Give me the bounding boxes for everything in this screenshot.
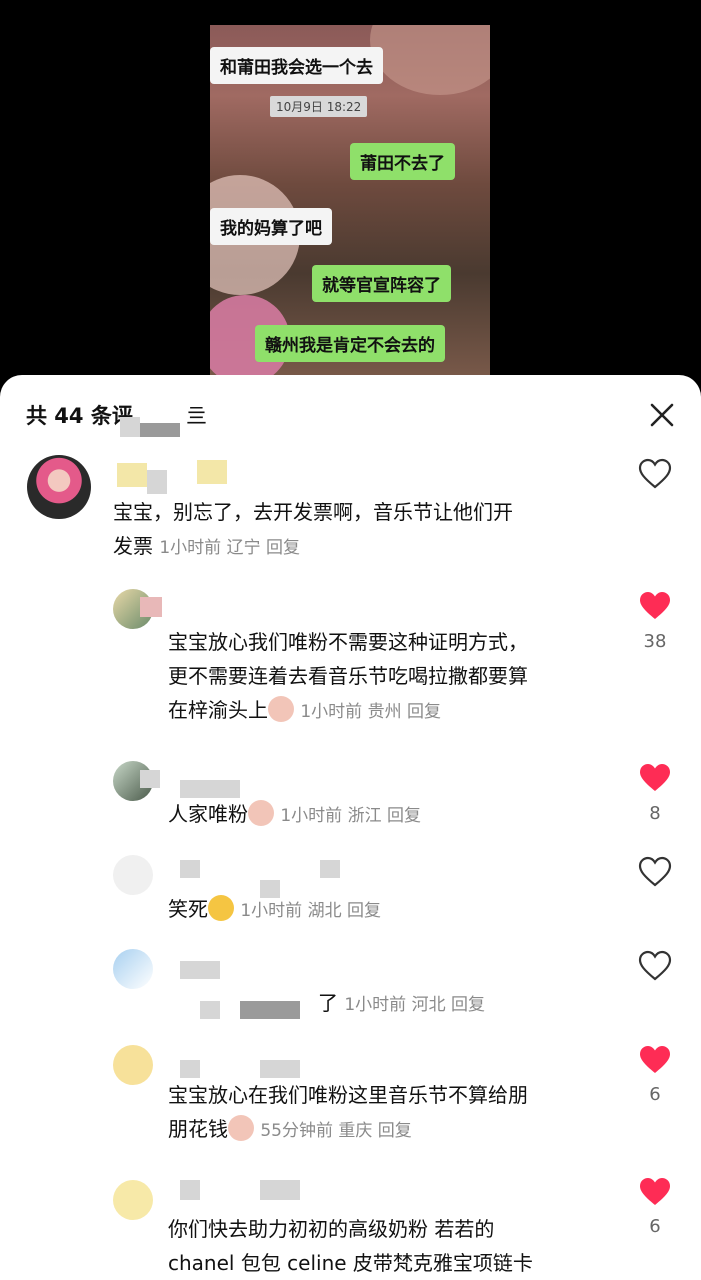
chat-bubble-left: 我的妈算了吧 (210, 208, 332, 245)
comment-text: 了 1小时前 河北 回复 (318, 991, 485, 1015)
comment-text: 宝宝放心在我们唯粉这里音乐节不算给朋 朋花钱 55分钟前 重庆 回复 (168, 1083, 528, 1141)
username-mosaic[interactable] (180, 961, 220, 979)
comment-text: 笑死 1小时前 湖北 回复 (168, 895, 381, 921)
username-mosaic[interactable] (140, 770, 160, 788)
username-mosaic[interactable] (260, 1180, 300, 1200)
peach-face-emoji-icon (268, 696, 294, 722)
like-heart-icon[interactable] (638, 590, 672, 622)
comment-count-suffix: 亖 (186, 404, 207, 428)
laughing-emoji-icon (208, 895, 234, 921)
comment-text: 你们快去助力初初的高级奶粉 若若的 chanel 包包 celine 皮带梵克雅… (168, 1217, 533, 1275)
comment-meta[interactable]: 55分钟前 重庆 回复 (260, 1121, 411, 1141)
mosaic-blur (140, 423, 180, 437)
like-count: 8 (649, 803, 661, 824)
like-heart-icon[interactable] (638, 1176, 672, 1208)
corn-emoji-icon (197, 460, 227, 484)
chat-bubble-right: 赣州我是肯定不会去的 (255, 325, 445, 362)
username-mosaic[interactable] (180, 1060, 200, 1078)
username-mosaic[interactable] (140, 597, 162, 617)
username-mosaic[interactable] (180, 1180, 200, 1200)
close-icon[interactable] (648, 401, 676, 429)
like-heart-icon[interactable] (638, 762, 672, 794)
chat-bubble-right: 就等官宣阵容了 (312, 265, 451, 302)
chat-bubble-right: 莆田不去了 (350, 143, 455, 180)
username-mosaic[interactable] (147, 470, 167, 494)
avatar[interactable] (27, 455, 91, 519)
avatar[interactable] (113, 855, 153, 895)
chat-timestamp: 10月9日 18:22 (270, 96, 368, 117)
username-mosaic[interactable] (320, 860, 340, 878)
like-count: 6 (649, 1084, 661, 1105)
like-heart-icon[interactable] (638, 1044, 672, 1076)
comment-sheet: 共 44 条评 亖 宝宝，别忘了，去开发票啊，音乐节让他们开 发票 1小时前 辽… (0, 375, 701, 1280)
comment-meta[interactable]: 1小时前 浙江 回复 (280, 806, 421, 826)
peach-face-emoji-icon (248, 800, 274, 826)
comment-text: 人家唯粉 1小时前 浙江 回复 (168, 800, 421, 826)
comment-meta[interactable]: 1小时前 湖北 回复 (240, 901, 381, 921)
chat-screenshot: 和莆田我会选一个去 10月9日 18:22 莆田不去了 我的妈算了吧 就等官宣阵… (210, 25, 490, 380)
comment-text: 宝宝，别忘了，去开发票啊，音乐节让他们开 发票 1小时前 辽宁 回复 (113, 500, 513, 558)
peach-face-emoji-icon (228, 1115, 254, 1141)
comment-text: 宝宝放心我们唯粉不需要这种证明方式， 更不需要连着去看音乐节吃喝拉撒都要算 在梓… (168, 630, 528, 722)
text-mosaic (240, 1001, 300, 1019)
username-mosaic[interactable] (260, 1060, 300, 1078)
avatar[interactable] (113, 949, 153, 989)
comment-count-title: 共 44 条评 (26, 404, 133, 428)
chat-bubble-left: 和莆田我会选一个去 (210, 47, 383, 84)
like-heart-icon[interactable] (638, 856, 672, 888)
comment-meta[interactable]: 1小时前 贵州 回复 (300, 702, 441, 722)
comment-meta[interactable]: 1小时前 辽宁 回复 (159, 538, 300, 558)
like-count: 38 (643, 631, 667, 652)
like-heart-icon[interactable] (638, 950, 672, 982)
username-mosaic[interactable] (117, 463, 147, 487)
username-mosaic[interactable] (180, 780, 240, 798)
mosaic-blur (120, 417, 140, 437)
like-heart-icon[interactable] (638, 458, 672, 490)
username-mosaic[interactable] (180, 860, 200, 878)
avatar[interactable] (113, 1180, 153, 1220)
video-player[interactable]: 和莆田我会选一个去 10月9日 18:22 莆田不去了 我的妈算了吧 就等官宣阵… (0, 0, 701, 400)
like-count: 6 (649, 1216, 661, 1237)
comment-meta[interactable]: 1小时前 河北 回复 (344, 995, 485, 1015)
text-mosaic (200, 1001, 220, 1019)
avatar[interactable] (113, 1045, 153, 1085)
